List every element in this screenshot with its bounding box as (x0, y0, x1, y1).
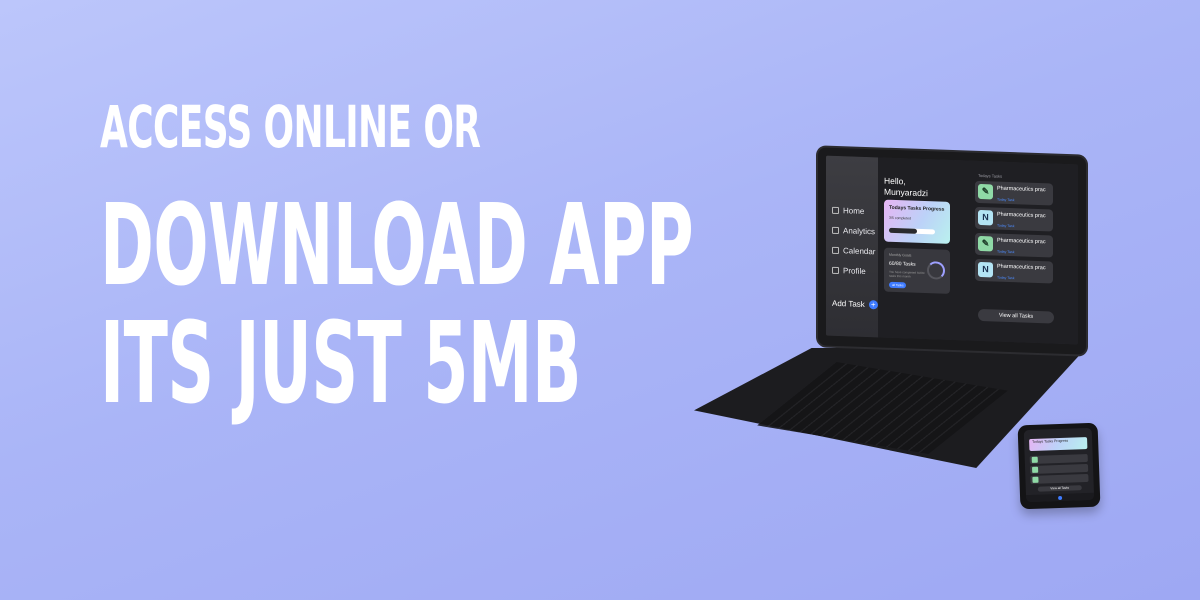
leaf-icon (1031, 456, 1038, 463)
stats-label: Monthly Goals (889, 252, 912, 258)
progress-ring-icon (927, 261, 945, 280)
task-link[interactable]: Today Task (997, 224, 1014, 229)
leaf-icon (1032, 476, 1039, 483)
progress-card-title: Todays Tasks Progress (889, 204, 945, 213)
phone-task-item[interactable] (1029, 453, 1088, 465)
n-icon: N (978, 209, 993, 226)
app-main: Hello, Munyaradzi Todays Tasks Progress … (878, 157, 1078, 345)
profile-icon (832, 266, 839, 275)
calendar-icon (832, 246, 839, 255)
sidebar-item-profile[interactable]: Profile (832, 266, 866, 276)
leaf-icon: ✎ (978, 183, 993, 200)
task-item[interactable]: ✎ Pharmaceutics prac Today Task (975, 232, 1053, 258)
headline-line-1: ACCESS ONLINE OR (100, 93, 481, 161)
laptop-mockup: Home Analytics Calendar Profile Add Task… (690, 147, 1110, 470)
task-title: Pharmaceutics prac (997, 211, 1046, 220)
sidebar-item-label: Home (843, 206, 865, 216)
task-item[interactable]: N Pharmaceutics prac Today Task (975, 258, 1053, 284)
task-title: Pharmaceutics prac (997, 185, 1046, 194)
sidebar-item-label: Calendar (843, 246, 876, 257)
progress-bar (889, 227, 935, 235)
task-title: Pharmaceutics prac (997, 263, 1046, 272)
view-all-tasks-button[interactable]: View all Tasks (978, 308, 1054, 324)
phone-bottom-nav (1025, 492, 1095, 503)
phone-progress-card[interactable]: Todays Tasks Progress (1029, 437, 1088, 452)
stats-value: 60/80 Tasks (889, 260, 916, 268)
progress-bar-fill (889, 227, 917, 234)
stats-note: You have completed 60/80 tasks this mont… (889, 269, 925, 279)
task-link[interactable]: Today Task (997, 250, 1014, 255)
greeting-name: Munyaradzi (884, 186, 928, 199)
greeting: Hello, Munyaradzi (884, 176, 928, 200)
add-task-label: Add Task (832, 298, 865, 309)
phone-task-item[interactable] (1029, 463, 1089, 475)
sidebar-item-home[interactable]: Home (832, 206, 864, 216)
analytics-icon (832, 226, 839, 235)
task-item[interactable]: ✎ Pharmaceutics prac Today Task (975, 180, 1053, 206)
phone-screen: Todays Tasks Progress View all Tasks (1023, 427, 1095, 503)
add-task-button[interactable]: Add Task + (832, 299, 878, 310)
phone-mockup: Todays Tasks Progress View all Tasks (1017, 422, 1101, 510)
today-tasks-label: Todays Tasks (978, 172, 1002, 179)
n-icon: N (978, 261, 993, 278)
task-link[interactable]: Today Task (997, 198, 1014, 203)
task-item[interactable]: N Pharmaceutics prac Today Task (975, 206, 1053, 232)
headline-line-3: ITS JUST 5MB (100, 299, 581, 429)
task-link[interactable]: Today Task (997, 276, 1014, 281)
task-title: Pharmaceutics prac (997, 237, 1046, 246)
sidebar-item-analytics[interactable]: Analytics (832, 226, 876, 237)
laptop-lid: Home Analytics Calendar Profile Add Task… (818, 147, 1086, 355)
stats-card[interactable]: Monthly Goals 60/80 Tasks You have compl… (884, 247, 950, 294)
home-icon (832, 206, 839, 215)
sidebar-item-label: Profile (843, 266, 866, 276)
all-tasks-pill[interactable]: all Tasks (889, 281, 907, 289)
sidebar-item-calendar[interactable]: Calendar (832, 246, 876, 257)
laptop-screen: Home Analytics Calendar Profile Add Task… (826, 155, 1078, 345)
phone-view-all-button[interactable]: View all Tasks (1037, 485, 1082, 492)
progress-card-subtitle: 3/5 completed (889, 215, 911, 221)
progress-card[interactable]: Todays Tasks Progress 3/5 completed (884, 199, 950, 244)
n-icon (1032, 466, 1039, 473)
sidebar-item-label: Analytics (843, 226, 876, 237)
leaf-icon: ✎ (978, 235, 993, 252)
app-sidebar: Home Analytics Calendar Profile Add Task… (826, 155, 878, 338)
add-icon[interactable] (1058, 495, 1063, 501)
plus-icon: + (868, 300, 878, 310)
headline-line-2: DOWNLOAD APP (100, 181, 694, 311)
phone-task-item[interactable] (1030, 473, 1089, 485)
